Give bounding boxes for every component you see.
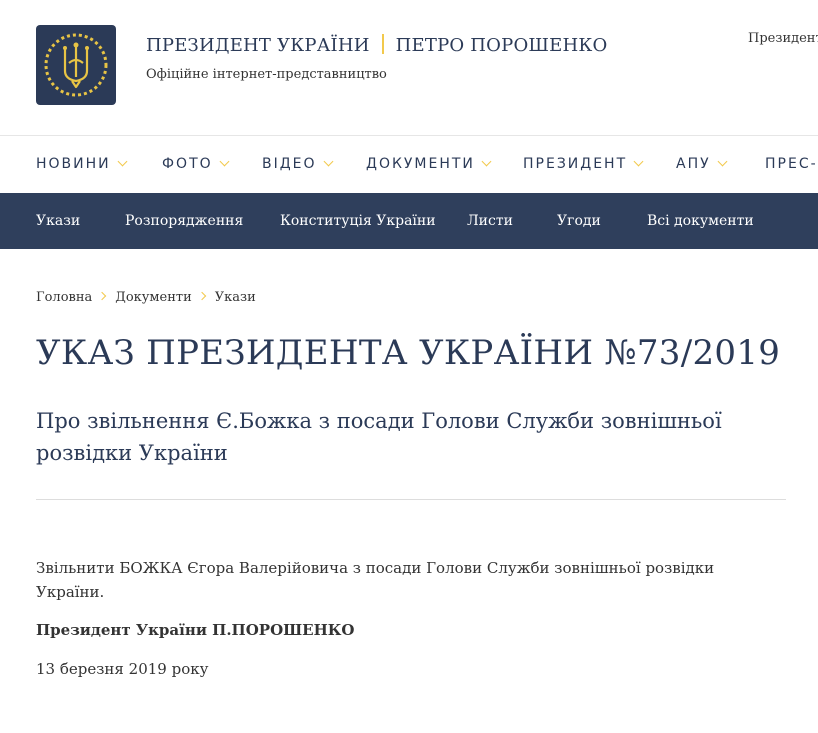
breadcrumb-home[interactable]: Головна (36, 290, 92, 305)
nav-item-video[interactable]: ВІДЕО (262, 136, 333, 192)
nav-item-president[interactable]: ПРЕЗИДЕНТ (523, 136, 644, 192)
title-separator (381, 34, 384, 54)
subnav-item-all-documents[interactable]: Всі документи (647, 193, 754, 249)
nav-item-label: АПУ (676, 156, 711, 172)
chevron-down-icon (219, 156, 230, 167)
nav-item-apu[interactable]: АПУ (676, 136, 728, 192)
page-title: УКАЗ ПРЕЗИДЕНТА УКРАЇНИ №73/2019 (36, 333, 781, 373)
breadcrumb-documents[interactable]: Документи (115, 290, 192, 305)
chevron-right-icon (197, 291, 207, 301)
subnav-item-constitution[interactable]: Конституція України (280, 193, 436, 249)
nav-item-photo[interactable]: ФОТО (162, 136, 230, 192)
nav-item-label: ВІДЕО (262, 156, 317, 172)
subnav-item-orders[interactable]: Розпорядження (125, 193, 243, 249)
chevron-right-icon (98, 291, 107, 301)
nav-item-news[interactable]: НОВИНИ (36, 136, 128, 192)
content-divider (36, 499, 786, 500)
top-right-link[interactable]: Президент (748, 31, 818, 46)
breadcrumb: Головна Документи Укази (36, 290, 256, 305)
nav-item-documents[interactable]: ДОКУМЕНТИ (366, 136, 492, 192)
nav-item-label: ФОТО (162, 156, 213, 172)
subnav-item-decrees[interactable]: Укази (36, 193, 80, 249)
chevron-down-icon (633, 156, 644, 167)
document-signature: Президент України П.ПОРОШЕНКО (36, 621, 355, 639)
document-body: Звільнити БОЖКА Єгора Валерійовича з пос… (36, 559, 715, 601)
site-title-president: ПРЕЗИДЕНТ УКРАЇНИ (146, 35, 370, 56)
site-title[interactable]: ПРЕЗИДЕНТ УКРАЇНИ ПЕТРО ПОРОШЕНКО (146, 34, 607, 56)
subnav-item-letters[interactable]: Листи (467, 193, 513, 249)
documents-subnav: Укази Розпорядження Конституція України … (0, 193, 818, 249)
nav-item-label: НОВИНИ (36, 156, 111, 172)
subnav-item-agreements[interactable]: Угоди (557, 193, 601, 249)
chevron-down-icon (117, 156, 128, 167)
document-subtitle: Про звільнення Є.Божка з посади Голови С… (36, 409, 722, 465)
site-header: ПРЕЗИДЕНТ УКРАЇНИ ПЕТРО ПОРОШЕНКО Офіційн… (0, 0, 818, 136)
nav-item-label: ПРЕЗИДЕНТ (523, 156, 628, 172)
site-title-name: ПЕТРО ПОРОШЕНКО (395, 35, 608, 56)
nav-item-label: ПРЕС-Ц (765, 156, 818, 172)
site-subtitle: Офіційне інтернет-представництво (146, 67, 387, 82)
breadcrumb-decrees[interactable]: Укази (215, 290, 256, 305)
nav-item-press-center[interactable]: ПРЕС-Ц (765, 136, 818, 192)
main-nav: НОВИНИ ФОТО ВІДЕО ДОКУМЕНТИ ПРЕЗИДЕНТ АП… (0, 136, 818, 192)
nav-item-label: ДОКУМЕНТИ (366, 156, 475, 172)
chevron-down-icon (323, 156, 333, 167)
trident-emblem-icon[interactable] (36, 25, 116, 105)
chevron-down-icon (717, 156, 728, 167)
chevron-down-icon (481, 156, 492, 167)
document-date: 13 березня 2019 року (36, 660, 209, 678)
